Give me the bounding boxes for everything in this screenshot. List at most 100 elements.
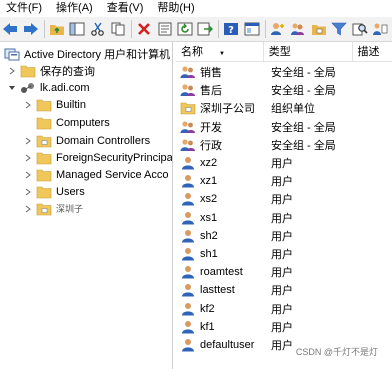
list-row[interactable]: 行政 安全组 - 全局 [176,136,392,154]
tree-item-label: ForeignSecurityPrincipa [56,151,173,164]
tree-item-label: 深圳子 [56,204,84,214]
tree-item-builtin[interactable]: Builtin [24,96,86,113]
list-row[interactable]: lasttest 用户 [176,281,392,299]
tree-item-managed-service-accounts[interactable]: Managed Service Acco [24,166,169,183]
group-icon [180,120,196,134]
user-icon [180,156,196,170]
tree-item-computers[interactable]: Computers [36,114,110,131]
properties-icon[interactable] [156,20,172,38]
user-icon [180,192,196,206]
show-tree-icon[interactable] [69,20,85,38]
list-row[interactable]: 深圳子公司 组织单位 [176,99,392,117]
menu-file[interactable]: 文件(F) [6,0,42,17]
user-icon [180,247,196,261]
list-row[interactable]: xz1 用户 [176,172,392,190]
expand-arrow-icon[interactable] [24,154,32,162]
tree-item-users[interactable]: Users [24,183,85,200]
find-icon[interactable] [351,20,368,38]
cell-name: kf2 [176,302,265,316]
filter-icon[interactable] [331,20,347,38]
toolbar-separator [43,20,45,38]
list-row[interactable]: sh1 用户 [176,245,392,263]
toolbar-separator [218,20,220,38]
column-header-name[interactable]: 名称 ▼ [176,42,264,62]
expand-arrow-icon[interactable] [8,67,16,75]
cut-icon[interactable] [89,20,105,38]
object-name: 开发 [200,121,222,134]
copy-icon[interactable] [110,20,126,38]
list-row[interactable]: 售后 安全组 - 全局 [176,81,392,99]
sort-descending-icon: ▼ [219,51,225,57]
expand-arrow-icon[interactable] [24,188,32,196]
expand-arrow-icon[interactable] [24,171,32,179]
cell-name: 销售 [176,64,265,80]
tree-item-label: Builtin [56,98,86,111]
domain-icon [20,81,36,95]
expand-arrow-icon[interactable] [24,205,32,213]
new-ou-icon[interactable] [311,20,327,38]
menu-action[interactable]: 操作(A) [56,0,93,17]
object-type: 用户 [271,267,293,280]
new-group-icon[interactable] [290,20,306,38]
tree-item-saved-queries[interactable]: 保存的查询 [8,62,95,79]
object-name: 售后 [200,85,222,98]
tree-root-label: Active Directory 用户和计算机 [24,48,171,61]
object-type: 用户 [271,321,293,334]
group-icon [180,138,196,152]
list-row[interactable]: 开发 安全组 - 全局 [176,118,392,136]
object-type: 用户 [271,158,293,170]
object-type: 组织单位 [271,103,315,116]
up-folder-icon[interactable] [49,20,65,38]
object-type: 安全组 - 全局 [271,85,336,98]
expand-arrow-icon[interactable] [24,137,32,145]
cell-name: 行政 [176,137,265,153]
object-type: 用户 [271,212,293,225]
tree-item-foreign-security-principals[interactable]: ForeignSecurityPrincipa [24,149,173,166]
refresh-icon[interactable] [177,20,193,38]
tree-item-label: Domain Controllers [56,134,151,147]
delete-icon[interactable] [136,20,152,38]
menu-view[interactable]: 查看(V) [107,0,144,17]
list-row[interactable]: roamtest 用户 [176,263,392,281]
list-row[interactable]: xz2 用户 [176,154,392,172]
list-row[interactable]: xs2 用户 [176,190,392,208]
collapse-arrow-icon[interactable] [8,84,16,92]
list-row[interactable]: xs1 用户 [176,209,392,227]
new-user-icon[interactable] [270,20,286,38]
ou-folder-icon [36,202,52,216]
object-list: 名称 ▼ 类型 描述 销售 安全组 - 全局 售后 安全组 - 全局 深圳子公司 组织单位… [176,42,392,369]
tree-item-label: Managed Service Acco [56,168,169,181]
ou-folder-icon [180,101,196,115]
console-icon[interactable] [244,20,260,38]
menu-help[interactable]: 帮助(H) [157,0,194,17]
cell-name: lasttest [176,283,265,297]
column-header-description[interactable]: 描述 [353,42,392,62]
tree-item-shenzhen-ou[interactable]: 深圳子 [24,200,83,217]
object-type: 安全组 - 全局 [271,67,336,79]
expand-arrow-icon[interactable] [24,101,32,109]
column-header-type[interactable]: 类型 [264,42,353,62]
user-icon [180,211,196,225]
list-row[interactable]: kf1 用户 [176,318,392,336]
object-name: 行政 [200,139,222,152]
cell-name: xs1 [176,211,265,225]
forward-icon[interactable] [22,20,38,38]
cell-name: sh1 [176,247,265,261]
object-name: lasttest [200,284,235,297]
object-name: xs1 [200,211,218,224]
group-icon [180,65,196,79]
help-icon[interactable]: ? [223,20,239,38]
list-row[interactable]: sh2 用户 [176,227,392,245]
user-icon [180,265,196,279]
tree-item-label: lk.adi.com [40,81,90,94]
list-row[interactable]: 销售 安全组 - 全局 [176,63,392,81]
folder-icon [36,185,52,199]
tree-item-domain[interactable]: lk.adi.com [8,79,90,96]
add-to-group-icon[interactable] [372,20,388,38]
tree-item-domain-controllers[interactable]: Domain Controllers [24,132,150,149]
object-type: 用户 [271,249,293,261]
export-icon[interactable] [197,20,214,38]
list-row[interactable]: kf2 用户 [176,300,392,318]
tree-root[interactable]: Active Directory 用户和计算机 [4,45,170,62]
back-icon[interactable] [2,20,18,38]
